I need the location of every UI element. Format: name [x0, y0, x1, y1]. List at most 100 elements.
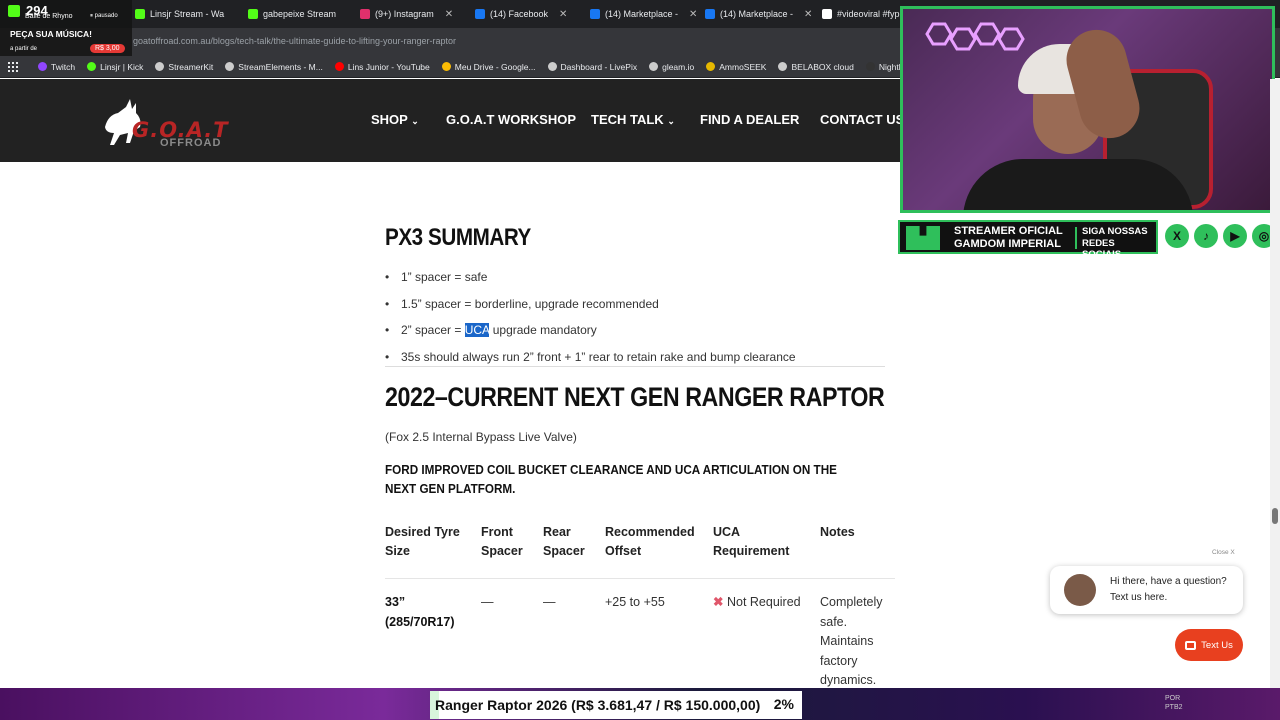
x-icon: X — [1165, 224, 1189, 248]
avatar — [1064, 574, 1096, 606]
globe-icon — [649, 62, 659, 71]
stream-overlay: 294 Baile de Rhyno ⏸ pausado PEÇA SUA MÚ… — [0, 0, 132, 56]
bookmark-google-drive[interactable]: Meu Drive - Google... — [441, 62, 536, 72]
nav-shop[interactable]: SHOP ⌄ — [371, 112, 419, 127]
keyboard-layout[interactable]: POR PTB2 — [1165, 694, 1183, 712]
goal-text: Ranger Raptor 2026 (R$ 3.681,47 / R$ 150… — [435, 697, 761, 713]
table-header: Front Spacer — [481, 525, 523, 558]
donation-goal-bar: Ranger Raptor 2026 (R$ 3.681,47 / R$ 150… — [430, 691, 802, 719]
social-label: REDES SOCIAIS — [1082, 238, 1122, 260]
bookmark-belabox[interactable]: BELABOX cloud — [778, 62, 854, 72]
list-item: 1” spacer = safe — [385, 270, 487, 284]
streamer-body — [963, 159, 1193, 210]
google-drive-icon — [441, 62, 451, 71]
bookmark-streamerkit[interactable]: StreamerKit — [155, 62, 213, 72]
chat-icon — [1185, 640, 1197, 650]
list-item: 1.5” spacer = borderline, upgrade recomm… — [385, 297, 659, 311]
kick-icon — [135, 9, 145, 19]
banner-divider — [1075, 227, 1077, 249]
nightbot-icon — [865, 62, 875, 71]
youtube-icon — [334, 62, 344, 71]
close-tab-icon[interactable]: ✕ — [559, 9, 567, 20]
tiktok-icon: ♪ — [1194, 224, 1218, 248]
globe-icon — [225, 62, 235, 71]
table-header: Notes — [820, 525, 855, 539]
logo-subtext: OFFROAD — [160, 137, 222, 149]
tab-instagram[interactable]: (9+) Instagram ✕ — [360, 4, 460, 24]
chat-message: Hi there, have a question? — [1110, 576, 1227, 587]
table-divider — [385, 578, 895, 579]
table-cell-tyre: 33” (285/70R17) — [385, 595, 455, 629]
instagram-icon — [360, 9, 370, 19]
table-header: Rear Spacer — [543, 525, 585, 558]
facebook-icon — [705, 9, 715, 19]
table-cell-rear: — — [543, 595, 556, 609]
divider — [385, 366, 885, 367]
tiktok-icon — [822, 9, 832, 19]
tab-marketplace-2[interactable]: (14) Marketplace - ✕ — [705, 4, 813, 24]
bookmark-twitch[interactable]: Twitch — [38, 62, 75, 72]
table-header: UCA Requirement — [713, 525, 790, 558]
bookmark-streamelements[interactable]: StreamElements - M... — [225, 62, 323, 72]
tab-linsjr[interactable]: Linsjr Stream - Wa✕ — [135, 4, 235, 24]
table-cell-notes: Completely safe. Maintains factory dynam… — [820, 595, 883, 687]
tab-facebook[interactable]: (14) Facebook ✕ — [475, 4, 575, 24]
px3-summary-heading: PX3 SUMMARY — [385, 224, 531, 251]
tab-marketplace-1[interactable]: (14) Marketplace - ✕ — [590, 4, 698, 24]
webcam-feed — [900, 6, 1275, 213]
ford-improvement-text: FORD IMPROVED COIL BUCKET CLEARANCE AND … — [385, 462, 837, 496]
nav-tech-talk[interactable]: TECH TALK ⌄ — [591, 112, 675, 127]
table-cell-uca: ✖ Not Required — [713, 595, 801, 609]
chat-close-button[interactable]: Close X — [1212, 549, 1235, 556]
close-tab-icon[interactable]: ✕ — [689, 9, 697, 20]
nav-workshop[interactable]: G.O.A.T WORKSHOP — [446, 112, 576, 127]
close-tab-icon[interactable]: ✕ — [445, 9, 453, 20]
youtube-icon: ▶ — [1223, 224, 1247, 248]
social-label: SIGA NOSSAS — [1082, 226, 1148, 237]
table-cell-front: — — [481, 595, 494, 609]
facebook-icon — [475, 9, 485, 19]
song-request-from: a partir de — [10, 46, 38, 52]
kick-icon — [248, 9, 258, 19]
ammoseek-icon — [706, 62, 716, 71]
table-header: Recommended Offset — [605, 525, 695, 558]
globe-icon — [155, 62, 165, 71]
table-cell-offset: +25 to +55 — [605, 595, 665, 609]
stream-sub-line: Baile de Rhyno — [25, 13, 73, 20]
facebook-icon — [590, 9, 600, 19]
nav-contact[interactable]: CONTACT US — [820, 112, 904, 127]
raptor-heading: 2022–CURRENT NEXT GEN RANGER RAPTOR — [385, 382, 885, 412]
song-request-price: R$ 3,00 — [90, 44, 125, 53]
close-tab-icon[interactable]: ✕ — [347, 9, 348, 20]
bookmark-kick[interactable]: Linsjr | Kick — [87, 62, 143, 72]
chevron-down-icon: ⌄ — [667, 116, 675, 126]
paused-label: ⏸ pausado — [90, 13, 118, 19]
apps-grid-icon[interactable] — [8, 62, 18, 72]
kick-icon — [87, 62, 97, 71]
chevron-down-icon: ⌄ — [411, 116, 419, 126]
bookmark-ammoseek[interactable]: AmmoSEEK — [706, 62, 766, 72]
chat-bubble[interactable]: Hi there, have a question? Text us here. — [1050, 566, 1243, 614]
scrollbar[interactable] — [1270, 79, 1280, 690]
fox-subtitle: (Fox 2.5 Internal Bypass Live Valve) — [385, 430, 577, 444]
tab-gabepeixe[interactable]: gabepeixe Stream✕ — [248, 4, 348, 24]
url-text[interactable]: goatoffroad.com.au/blogs/tech-talk/the-u… — [133, 36, 456, 46]
streamer-banner: STREAMER OFICIAL GAMDOM IMPERIAL SIGA NO… — [898, 220, 1158, 260]
bookmark-livepix[interactable]: Dashboard - LivePix — [547, 62, 637, 72]
close-tab-icon[interactable]: ✕ — [804, 9, 812, 20]
globe-icon — [778, 62, 788, 71]
chat-message: Text us here. — [1110, 592, 1168, 603]
bookmark-youtube[interactable]: Lins Junior - YouTube — [334, 62, 430, 72]
table-header: Desired Tyre Size — [385, 525, 460, 558]
banner-subtitle: GAMDOM IMPERIAL — [954, 238, 1061, 250]
selected-text[interactable]: UCA — [464, 323, 490, 337]
bookmark-gleam[interactable]: gleam.io — [649, 62, 694, 72]
cross-icon: ✖ — [713, 595, 724, 609]
nav-find-dealer[interactable]: FIND A DEALER — [700, 112, 799, 127]
song-request-title: PEÇA SUA MÚSICA! — [10, 29, 93, 39]
kick-icon — [8, 5, 20, 17]
text-us-button[interactable]: Text Us — [1175, 629, 1243, 661]
tab-tiktok[interactable]: #videoviral #fyp — [822, 4, 900, 24]
goal-percent: 2% — [773, 696, 794, 712]
scrollbar-thumb[interactable] — [1272, 508, 1278, 524]
